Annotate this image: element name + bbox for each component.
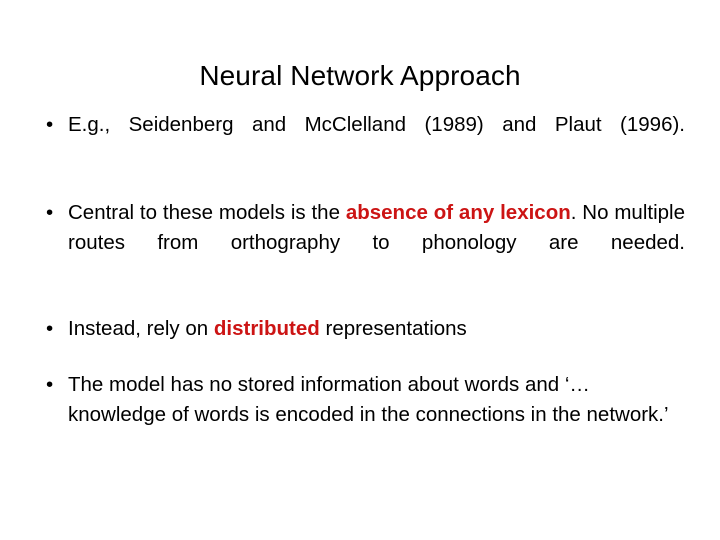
bullet-marker-icon: • xyxy=(46,113,54,136)
bullet-marker-icon: • xyxy=(46,201,54,224)
bullet-marker-icon: • xyxy=(46,373,54,396)
list-item: • E.g., Seidenberg and McClelland (1989)… xyxy=(44,110,685,170)
list-item: • Central to these models is the absence… xyxy=(44,198,685,288)
text-segment: Central to these models is the xyxy=(68,201,346,224)
list-item-text: The model has no stored information abou… xyxy=(68,370,685,430)
list-item: • Instead, rely on distributed represent… xyxy=(44,314,685,344)
list-item-text: Central to these models is the absence o… xyxy=(68,198,685,288)
highlighted-phrase: distributed xyxy=(213,317,320,340)
list-item-text: E.g., Seidenberg and McClelland (1989) a… xyxy=(68,110,685,170)
text-segment: Instead, rely on xyxy=(68,317,214,340)
list-item: • The model has no stored information ab… xyxy=(44,370,685,430)
text-segment: The model has no stored information abou… xyxy=(68,373,669,426)
list-item-text: Instead, rely on distributed representat… xyxy=(68,314,685,344)
slide-body: • E.g., Seidenberg and McClelland (1989)… xyxy=(44,110,685,430)
page-title: Neural Network Approach xyxy=(199,59,521,91)
text-segment: E.g., Seidenberg and McClelland (1989) a… xyxy=(68,113,685,136)
highlighted-phrase: absence of any lexicon xyxy=(345,201,571,224)
bullet-marker-icon: • xyxy=(46,317,54,340)
slide-canvas: Neural Network Approach • E.g., Seidenbe… xyxy=(0,0,720,540)
text-segment: representations xyxy=(319,317,467,340)
